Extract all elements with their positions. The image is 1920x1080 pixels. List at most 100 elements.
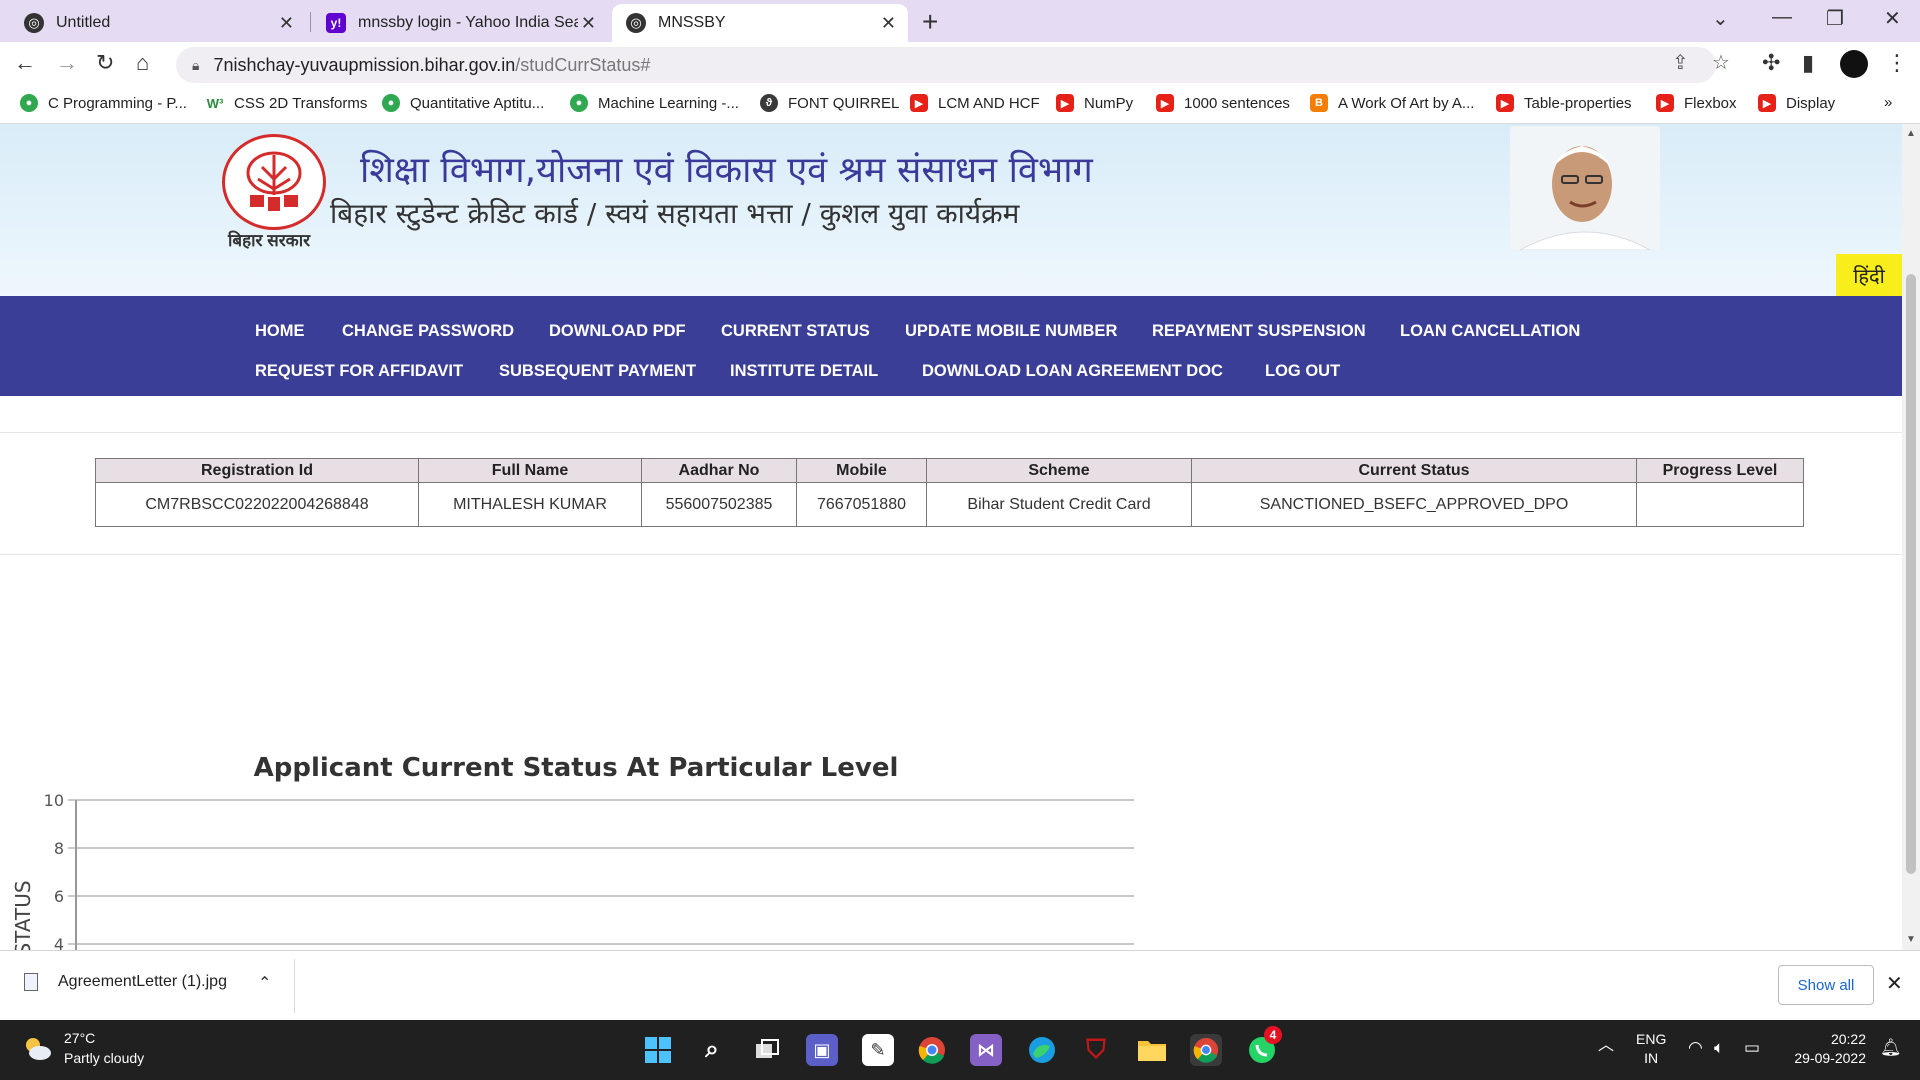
scheme-title: बिहार स्टुडेन्ट क्रेडिट कार्ड / स्वयं सह… xyxy=(330,197,1020,230)
scroll-down-icon[interactable]: ▼ xyxy=(1906,934,1916,945)
forward-arrow-icon[interactable]: → xyxy=(56,50,78,76)
squirrel-icon: ϑ xyxy=(760,94,778,112)
close-downloads-icon[interactable]: ✕ xyxy=(1886,971,1903,996)
nav-repayment-suspension[interactable]: REPAYMENT SUSPENSION xyxy=(1152,322,1366,341)
youtube-icon: ▶ xyxy=(1496,94,1514,112)
notepad-icon[interactable]: ✎ xyxy=(862,1034,894,1066)
bookmark-flexbox[interactable]: ▶ Flexbox xyxy=(1656,94,1737,112)
column-header: Full Name xyxy=(418,458,642,483)
bookmark-c-programming[interactable]: ● C Programming - P... xyxy=(20,94,187,112)
bookmark-label: C Programming - P... xyxy=(48,94,187,112)
minimize-icon[interactable]: — xyxy=(1772,6,1792,29)
chrome-profile-icon[interactable] xyxy=(1190,1034,1222,1066)
mcafee-icon[interactable]: ⛉ xyxy=(1080,1034,1112,1066)
nav-loan-cancellation[interactable]: LOAN CANCELLATION xyxy=(1400,322,1580,341)
bookmark-table-properties[interactable]: ▶ Table-properties xyxy=(1496,94,1632,112)
lock-icon[interactable]: 🔒︎ xyxy=(192,57,199,74)
tray-overflow-chevron-icon[interactable]: ︿ xyxy=(1598,1036,1614,1055)
input-language[interactable]: ENG IN xyxy=(1636,1030,1666,1068)
download-item[interactable]: AgreementLetter (1).jpg xyxy=(24,973,227,991)
youtube-icon: ▶ xyxy=(1156,94,1174,112)
show-all-button[interactable]: Show all xyxy=(1778,965,1874,1005)
windows-start-icon[interactable] xyxy=(642,1034,674,1066)
bookmark-font-squirrel[interactable]: ϑ FONT QUIRREL xyxy=(760,94,899,112)
bookmark-display[interactable]: ▶ Display xyxy=(1758,94,1835,112)
side-panel-icon[interactable]: ▮ xyxy=(1802,50,1814,76)
bookmark-label: A Work Of Art by A... xyxy=(1338,94,1475,112)
chrome-icon[interactable] xyxy=(916,1034,948,1066)
address-bar[interactable]: 🔒︎ 7nishchay-yuvaupmission.bihar.gov.in /… xyxy=(176,47,1716,83)
volume-icon[interactable]: 🔈︎ xyxy=(1714,1038,1724,1057)
extensions-puzzle-icon[interactable]: ✣ xyxy=(1762,50,1780,76)
home-icon[interactable]: ⌂ xyxy=(136,50,149,76)
bookmark-label: Flexbox xyxy=(1684,94,1737,112)
task-view-icon[interactable] xyxy=(752,1034,784,1066)
edge-icon[interactable] xyxy=(1026,1034,1058,1066)
scrollbar-thumb[interactable] xyxy=(1906,274,1916,874)
page-scrollbar[interactable]: ▲ ▼ xyxy=(1902,124,1920,950)
tab-mnssby[interactable]: ◎ MNSSBY ✕ xyxy=(612,4,908,42)
scroll-up-icon[interactable]: ▲ xyxy=(1906,128,1916,139)
new-tab-icon[interactable]: + xyxy=(922,6,938,38)
nav-download-loan-agreement-doc[interactable]: DOWNLOAD LOAN AGREEMENT DOC xyxy=(922,362,1223,381)
restore-icon[interactable]: ❐ xyxy=(1826,6,1844,31)
image-file-icon xyxy=(24,973,38,991)
kebab-menu-icon[interactable]: ⋮ xyxy=(1886,50,1908,76)
visual-studio-icon[interactable]: ⋈ xyxy=(970,1034,1002,1066)
nav-change-password[interactable]: CHANGE PASSWORD xyxy=(342,322,514,341)
tab-yahoo-search[interactable]: y! mnssby login - Yahoo India Searc ✕ xyxy=(312,4,608,42)
leaf-icon: ● xyxy=(20,94,38,112)
wifi-icon[interactable]: ◠ xyxy=(1688,1038,1703,1057)
nav-download-pdf[interactable]: DOWNLOAD PDF xyxy=(549,322,686,341)
chevron-up-icon[interactable]: ⌃ xyxy=(258,973,271,993)
hindi-language-button[interactable]: हिंदी xyxy=(1836,254,1902,296)
nav-home[interactable]: HOME xyxy=(255,322,305,341)
bookmark-1000-sentences[interactable]: ▶ 1000 sentences xyxy=(1156,94,1290,112)
nav-update-mobile-number[interactable]: UPDATE MOBILE NUMBER xyxy=(905,322,1117,341)
close-window-icon[interactable]: ✕ xyxy=(1884,6,1901,31)
registration-id-cell: CM7RBSCC022022004268848 xyxy=(95,482,419,527)
bookmark-machine-learning[interactable]: ● Machine Learning -... xyxy=(570,94,739,112)
weather-widget[interactable]: 27°C Partly cloudy xyxy=(22,1028,144,1068)
bookmark-numpy[interactable]: ▶ NumPy xyxy=(1056,94,1133,112)
nav-institute-detail[interactable]: INSTITUTE DETAIL xyxy=(730,362,878,381)
yahoo-icon: y! xyxy=(326,13,346,33)
whatsapp-icon[interactable]: 4 xyxy=(1246,1026,1282,1066)
url-path: /studCurrStatus# xyxy=(515,54,651,75)
bookmark-star-icon[interactable]: ☆ xyxy=(1712,50,1730,75)
close-tab-icon[interactable]: ✕ xyxy=(279,13,294,34)
download-divider xyxy=(294,959,295,1013)
file-explorer-icon[interactable] xyxy=(1136,1034,1168,1066)
clock[interactable]: 20:22 29-09-2022 xyxy=(1786,1030,1866,1068)
nav-log-out[interactable]: LOG OUT xyxy=(1265,362,1340,381)
download-file-name: AgreementLetter (1).jpg xyxy=(58,973,227,990)
nav-current-status[interactable]: CURRENT STATUS xyxy=(721,322,870,341)
y-axis-ticks: 0246810 xyxy=(44,791,64,950)
teams-chat-icon[interactable]: ▣ xyxy=(806,1034,838,1066)
youtube-icon: ▶ xyxy=(1056,94,1074,112)
share-icon[interactable]: ⇪ xyxy=(1672,50,1689,75)
leaf-icon: ● xyxy=(570,94,588,112)
scheme-cell: Bihar Student Credit Card xyxy=(926,482,1192,527)
downloads-bar: AgreementLetter (1).jpg ⌃ Show all ✕ xyxy=(0,950,1920,1020)
bookmark-lcm-and-hcf[interactable]: ▶ LCM AND HCF xyxy=(910,94,1040,112)
nav-subsequent-payment[interactable]: SUBSEQUENT PAYMENT xyxy=(499,362,696,381)
bookmark-a-work-of-art[interactable]: B A Work Of Art by A... xyxy=(1310,94,1474,112)
battery-icon[interactable]: ▭ xyxy=(1744,1038,1760,1057)
w3-icon: W³ xyxy=(206,94,224,112)
tab-untitled[interactable]: ◎ Untitled ✕ xyxy=(10,4,306,42)
table-row: CM7RBSCC022022004268848 MITHALESH KUMAR … xyxy=(95,482,1804,527)
bookmarks-overflow-icon[interactable]: » xyxy=(1884,94,1892,111)
nav-request-for-affidavit[interactable]: REQUEST FOR AFFIDAVIT xyxy=(255,362,463,381)
bookmark-css-2d-transforms[interactable]: W³ CSS 2D Transforms xyxy=(206,94,367,112)
profile-avatar[interactable] xyxy=(1840,50,1868,78)
reload-icon[interactable]: ↻ xyxy=(96,50,114,76)
tab-search-chevron-icon[interactable]: ⌄ xyxy=(1712,6,1729,31)
close-tab-icon[interactable]: ✕ xyxy=(581,13,596,34)
bookmark-quantitative-aptitude[interactable]: ● Quantitative Aptitu... xyxy=(382,94,544,112)
notifications-bell-icon[interactable]: 🔔︎ xyxy=(1880,1038,1902,1057)
department-title: शिक्षा विभाग,योजना एवं विकास एवं श्रम सं… xyxy=(360,150,1093,191)
close-tab-icon[interactable]: ✕ xyxy=(881,13,896,34)
search-icon[interactable]: ⌕ xyxy=(696,1034,728,1066)
back-arrow-icon[interactable]: ← xyxy=(14,50,36,76)
